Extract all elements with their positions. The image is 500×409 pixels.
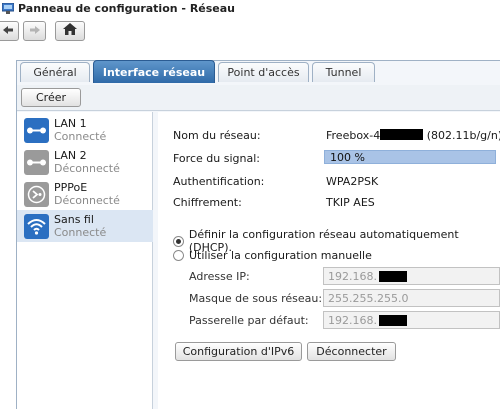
network-name-value: Freebox-4 (802.11b/g/n) bbox=[326, 129, 500, 142]
encryption-label: Chiffrement: bbox=[173, 196, 242, 209]
tab-general[interactable]: Général bbox=[20, 62, 90, 82]
dhcp-radio[interactable] bbox=[173, 235, 184, 247]
disconnect-button[interactable]: Déconnecter bbox=[307, 342, 396, 361]
pppoe-icon bbox=[24, 181, 49, 207]
title-bar: Panneau de configuration - Réseau bbox=[0, 0, 500, 17]
ip-address-field[interactable]: 192.168. bbox=[323, 267, 500, 285]
ipv6-config-button[interactable]: Configuration d'IPv6 bbox=[175, 342, 302, 361]
home-icon bbox=[63, 23, 77, 39]
arrow-right-icon bbox=[29, 24, 41, 39]
interface-details: Nom du réseau: Freebox-4 (802.11b/g/n) F… bbox=[158, 112, 500, 409]
navigation-bar bbox=[0, 19, 500, 43]
tab-access-point[interactable]: Point d'accès bbox=[218, 62, 309, 82]
interface-status: Connecté bbox=[54, 226, 107, 239]
interface-name: LAN 2 bbox=[54, 149, 87, 162]
sidebar-item-wireless[interactable]: Sans fil Connecté bbox=[17, 210, 153, 242]
auth-value: WPA2PSK bbox=[326, 175, 379, 188]
auth-label: Authentification: bbox=[173, 175, 265, 188]
redacted-block bbox=[380, 129, 424, 140]
encryption-value: TKIP AES bbox=[326, 196, 375, 209]
interface-name: LAN 1 bbox=[54, 117, 87, 130]
redacted-block bbox=[378, 270, 407, 282]
gateway-field[interactable]: 192.168. bbox=[323, 311, 500, 329]
tab-tunnel[interactable]: Tunnel bbox=[312, 62, 375, 82]
manual-radio[interactable] bbox=[173, 250, 184, 261]
back-button[interactable] bbox=[0, 21, 19, 41]
interface-name: Sans fil bbox=[54, 213, 94, 226]
interface-status: Connecté bbox=[54, 130, 107, 143]
create-button[interactable]: Créer bbox=[21, 88, 81, 107]
subnet-mask-field[interactable]: 255.255.255.0 bbox=[323, 289, 500, 307]
manual-option[interactable]: Utiliser la configuration manuelle bbox=[173, 249, 372, 262]
network-app-icon bbox=[1, 2, 15, 14]
ip-label: Adresse IP: bbox=[189, 270, 250, 283]
wifi-icon bbox=[24, 213, 49, 239]
redacted-block bbox=[378, 314, 407, 326]
sidebar-item-lan1[interactable]: LAN 1 Connecté bbox=[17, 114, 153, 146]
interface-status: Déconnecté bbox=[54, 194, 120, 207]
arrow-left-icon bbox=[2, 24, 14, 39]
tab-network-interface[interactable]: Interface réseau bbox=[93, 60, 215, 83]
toolbar: Créer bbox=[17, 85, 500, 111]
subnet-mask-label: Masque de sous réseau: bbox=[189, 292, 323, 305]
ethernet-icon bbox=[24, 117, 49, 143]
manual-label: Utiliser la configuration manuelle bbox=[189, 249, 372, 262]
signal-label: Force du signal: bbox=[173, 152, 260, 165]
ethernet-icon bbox=[24, 149, 49, 175]
interface-name: PPPoE bbox=[54, 181, 88, 194]
forward-button[interactable] bbox=[23, 21, 46, 41]
signal-value: 100 % bbox=[330, 151, 365, 164]
home-button[interactable] bbox=[55, 21, 85, 41]
gateway-label: Passerelle par défaut: bbox=[189, 314, 309, 327]
window-title: Panneau de configuration - Réseau bbox=[18, 2, 236, 15]
network-name-label: Nom du réseau: bbox=[173, 129, 261, 142]
sidebar-item-lan2[interactable]: LAN 2 Déconnecté bbox=[17, 146, 153, 178]
interface-list: LAN 1 Connecté LAN 2 Déconnecté PPPoE Dé… bbox=[17, 112, 153, 409]
sidebar-item-pppoe[interactable]: PPPoE Déconnecté bbox=[17, 178, 153, 210]
signal-strength-bar: 100 % bbox=[324, 150, 496, 164]
interface-status: Déconnecté bbox=[54, 162, 120, 175]
